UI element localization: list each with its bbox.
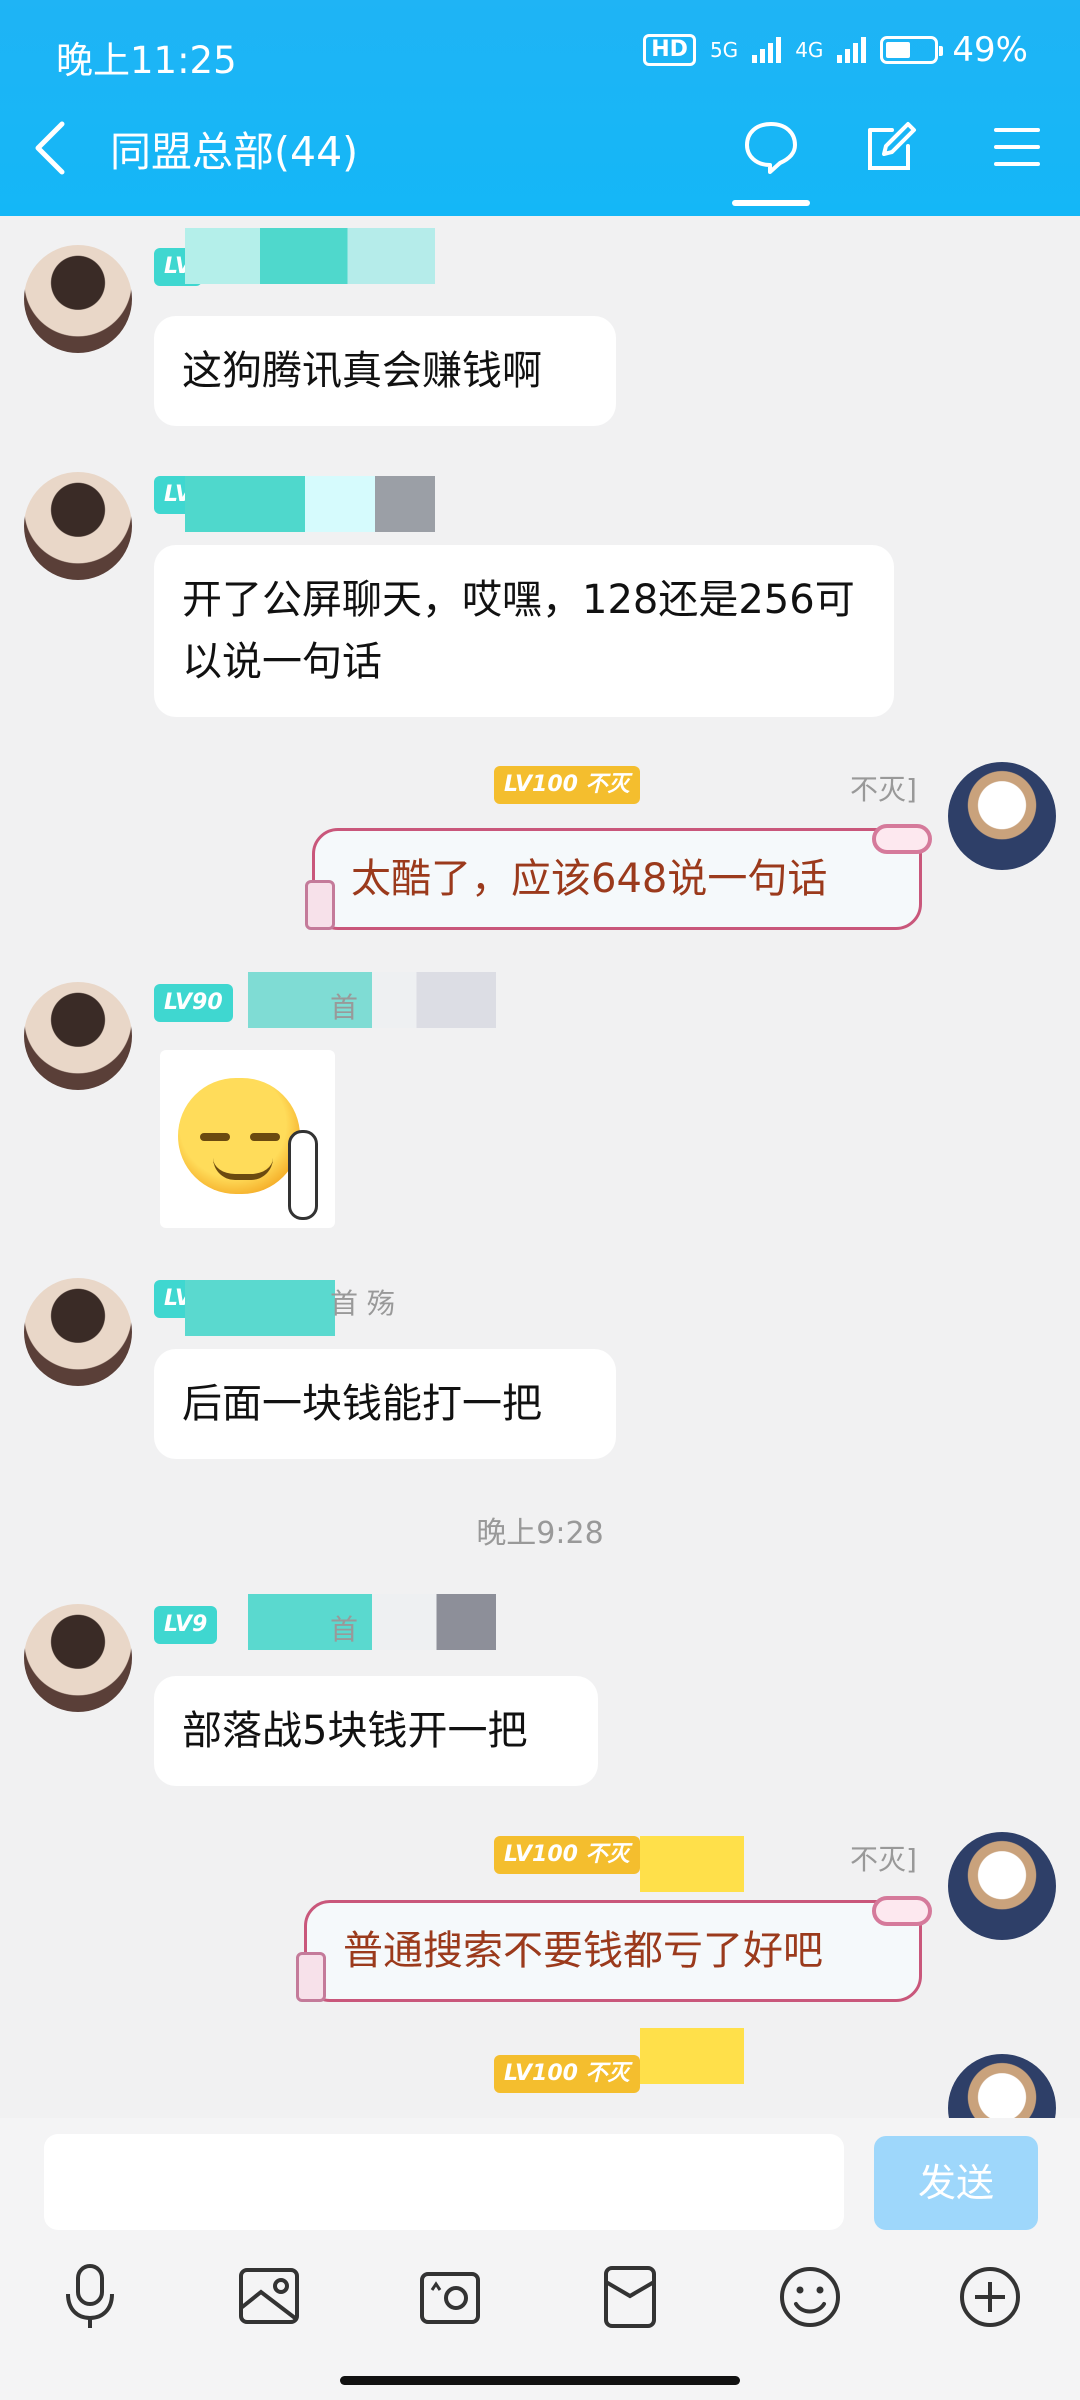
battery-icon bbox=[880, 36, 944, 64]
sender-avatar[interactable] bbox=[24, 982, 132, 1090]
level-badge: LV9 bbox=[154, 1606, 218, 1644]
sender-avatar[interactable] bbox=[24, 245, 132, 353]
chat-bubble-icon[interactable] bbox=[742, 118, 800, 176]
image-icon[interactable] bbox=[237, 2262, 301, 2332]
sender-avatar[interactable] bbox=[24, 472, 132, 580]
nickname-tail: 首 bbox=[330, 991, 359, 1024]
message-bubble[interactable]: 开了公屏聊天，哎嘿，128还是256可以说一句话 bbox=[154, 545, 894, 717]
nickname-tail: 不灭] bbox=[850, 773, 917, 806]
back-icon[interactable] bbox=[28, 118, 72, 178]
input-bar: 发送 bbox=[0, 2118, 1080, 2400]
nickname-tail: 不灭] bbox=[850, 1843, 917, 1876]
chat-header: 晚上11:25 HD 5G 4G 49% 同盟总部(44) bbox=[0, 0, 1080, 216]
signal-icon bbox=[752, 37, 782, 63]
mic-icon[interactable] bbox=[58, 2262, 122, 2332]
goggles-decoration-icon bbox=[872, 1896, 932, 1926]
nickname-redacted bbox=[640, 1836, 744, 1892]
timestamp: 晚上9:28 bbox=[476, 1516, 604, 1551]
level-badge: LV90 bbox=[154, 984, 233, 1022]
camera-icon[interactable] bbox=[418, 2262, 482, 2332]
message-bubble[interactable]: 后面一块钱能打一把 bbox=[154, 1349, 616, 1459]
plus-icon[interactable] bbox=[958, 2262, 1022, 2332]
signal-icon-2 bbox=[837, 37, 867, 63]
bottle-decoration-icon bbox=[296, 1952, 326, 2002]
message-bubble[interactable]: 部落战5块钱开一把 bbox=[154, 1676, 598, 1786]
network-5g-label: 5G bbox=[709, 38, 739, 62]
self-message-bubble[interactable]: 太酷了，应该648说一句话 bbox=[312, 828, 922, 930]
nickname-redacted bbox=[185, 476, 435, 532]
message-input[interactable] bbox=[44, 2134, 844, 2230]
level-badge: LV100 不灭 bbox=[494, 766, 640, 804]
status-time: 晚上11:25 bbox=[56, 39, 237, 82]
level-badge: LV100 不灭 bbox=[494, 1836, 640, 1874]
input-toolbar bbox=[0, 2262, 1080, 2342]
nickname-redacted bbox=[640, 2028, 744, 2084]
sender-avatar[interactable] bbox=[24, 1278, 132, 1386]
hd-voice-icon: HD bbox=[643, 34, 696, 66]
send-button[interactable]: 发送 bbox=[874, 2136, 1038, 2230]
bottle-decoration-icon bbox=[305, 880, 335, 930]
self-message-bubble[interactable]: 普通搜索不要钱都亏了好吧 bbox=[304, 1900, 922, 2002]
nickname-redacted bbox=[248, 1594, 496, 1650]
level-badge: LV100 不灭 bbox=[494, 2055, 640, 2093]
self-avatar[interactable] bbox=[948, 1832, 1056, 1940]
chat-title: 同盟总部(44) bbox=[110, 128, 359, 176]
sticker-message[interactable] bbox=[160, 1050, 335, 1228]
nickname-redacted bbox=[248, 972, 496, 1028]
red-packet-icon[interactable] bbox=[598, 2262, 662, 2332]
home-indicator[interactable] bbox=[340, 2376, 740, 2385]
goggles-decoration-icon bbox=[872, 824, 932, 854]
emoji-icon[interactable] bbox=[778, 2262, 842, 2332]
status-icons: HD 5G 4G 49% bbox=[643, 30, 1028, 70]
battery-percent: 49% bbox=[952, 30, 1028, 70]
message-bubble[interactable]: 这狗腾讯真会赚钱啊 bbox=[154, 316, 616, 426]
menu-icon[interactable] bbox=[988, 118, 1046, 176]
nickname-redacted bbox=[185, 1280, 335, 1336]
network-4g-label: 4G bbox=[795, 38, 824, 62]
sender-avatar[interactable] bbox=[24, 1604, 132, 1712]
active-tab-indicator bbox=[732, 200, 810, 206]
edit-icon[interactable] bbox=[862, 118, 920, 176]
nickname-tail: 首 bbox=[330, 1613, 359, 1646]
nickname-tail: 首 殇 bbox=[330, 1287, 395, 1320]
hand-icon bbox=[288, 1130, 318, 1220]
smirk-emoji-icon bbox=[178, 1078, 300, 1194]
self-avatar[interactable] bbox=[948, 762, 1056, 870]
nickname-redacted bbox=[185, 228, 435, 284]
